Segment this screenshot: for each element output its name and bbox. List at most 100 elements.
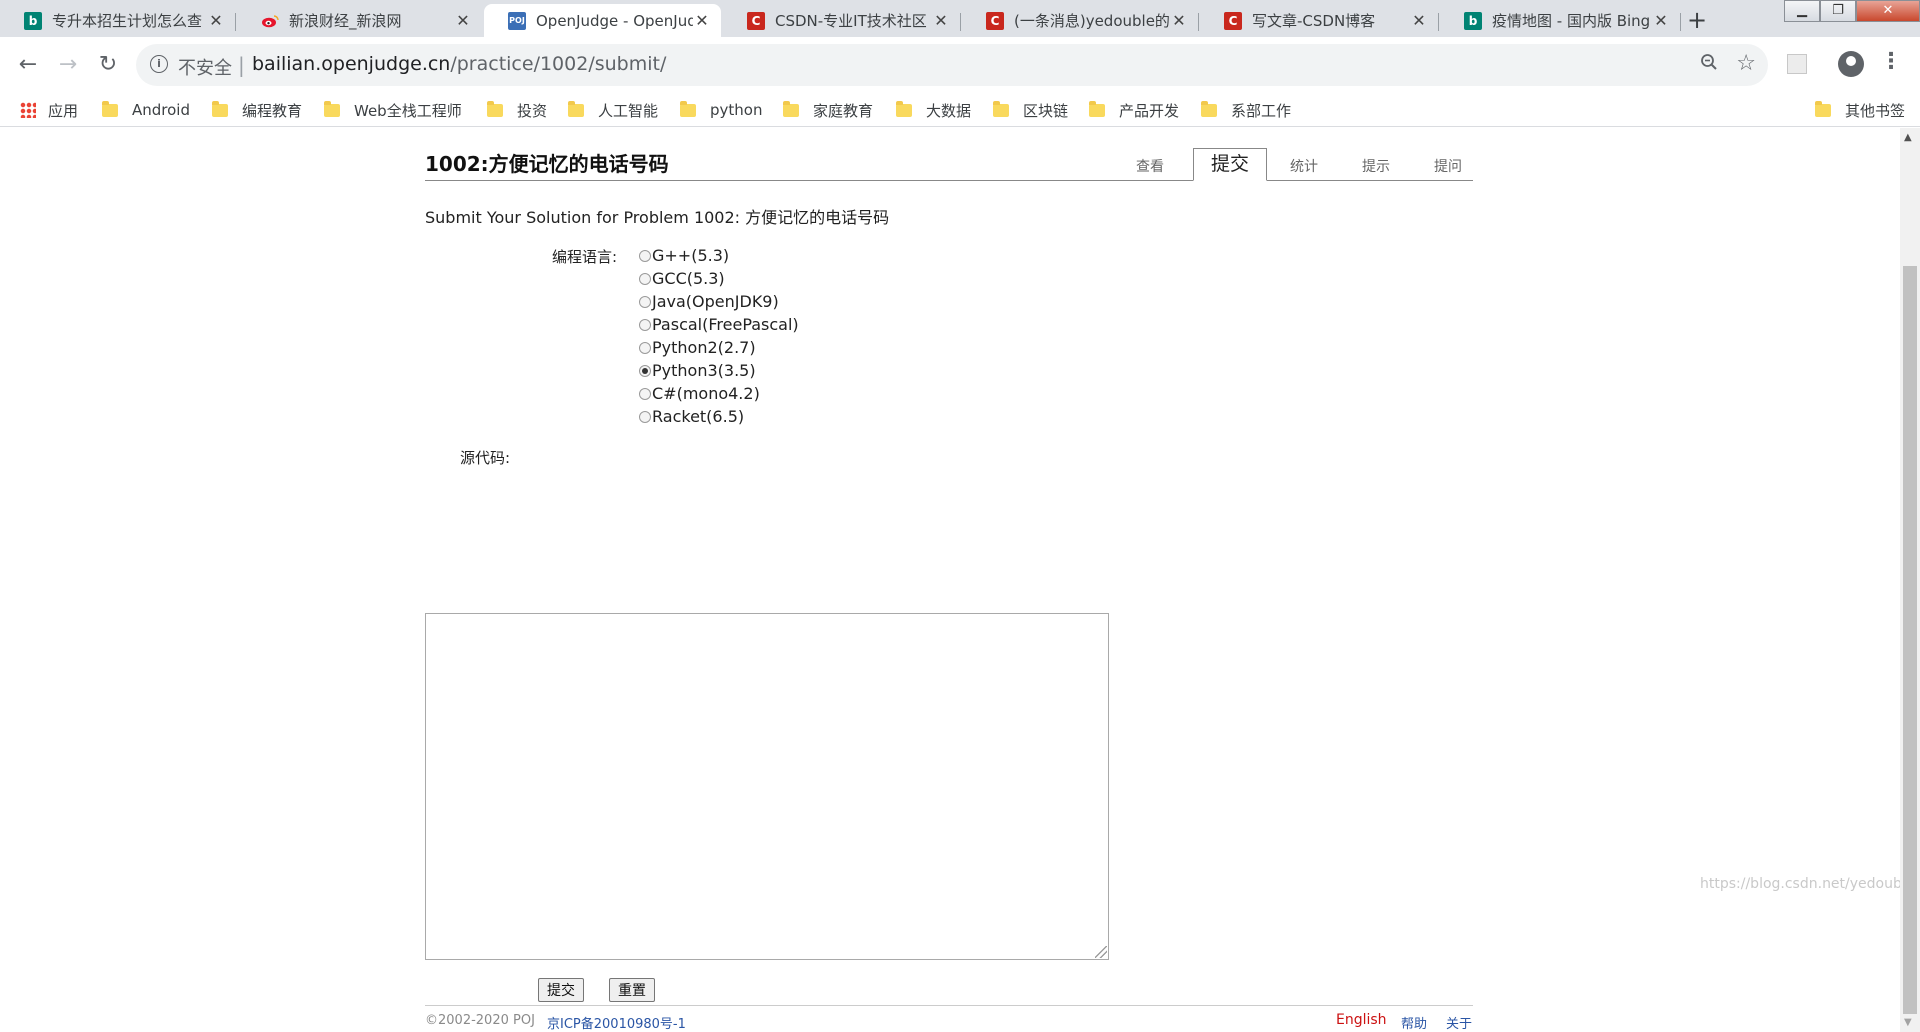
bookmark-folder-9[interactable]: 产品开发 [1089,93,1179,127]
language-option-0[interactable]: G++(5.3) [639,244,799,267]
browser-tab-5[interactable]: C 写文章-CSDN博客 ✕ [1200,4,1439,37]
tab-close-icon[interactable]: ✕ [1170,11,1188,30]
reload-icon[interactable]: ↻ [92,49,124,81]
window-controls: ▁ ❐ ✕ [1784,0,1920,24]
forward-arrow-icon[interactable]: → [52,49,84,81]
bookmark-folder-label: 人工智能 [598,101,659,120]
bookmark-folder-7[interactable]: 大数据 [896,93,971,127]
browser-tab-2[interactable]: POJ OpenJudge - OpenJudge✕ [484,4,721,37]
browser-tab-0[interactable]: b 专升本招生计划怎么查 ✕ [0,4,236,37]
tab-close-icon[interactable]: ✕ [1652,11,1670,30]
problem-tab-4[interactable]: 提问 [1434,156,1462,176]
folder-icon [1201,100,1217,117]
bookmark-folder-6[interactable]: 家庭教育 [783,93,873,127]
tab-close-icon[interactable]: ✕ [454,11,472,30]
reset-button[interactable]: 重置 [609,978,655,1002]
resize-grip-icon[interactable] [1095,946,1107,958]
scroll-down-arrow-icon[interactable]: ▼ [1904,1017,1912,1028]
profile-avatar-icon[interactable] [1838,51,1864,77]
problem-tab-2[interactable]: 统计 [1290,156,1318,176]
security-label[interactable]: 不安全 [178,54,232,80]
bookmark-folder-2[interactable]: Web全栈工程师 [324,93,462,127]
language-option-label: Python3(3.5) [652,361,756,380]
bookmark-other[interactable]: 其他书签 [1815,93,1905,127]
language-option-label: Python2(2.7) [652,338,756,357]
language-option-label: Java(OpenJDK9) [652,292,779,311]
url-text[interactable]: bailian.openjudge.cn/practice/1002/submi… [252,53,666,75]
tab-close-icon[interactable]: ✕ [1410,11,1428,30]
vertical-scrollbar[interactable]: ▲ ▼ [1900,128,1920,1032]
menu-dots-icon[interactable]: ⋮ [1880,49,1902,74]
tab-title: 写文章-CSDN博客 [1252,12,1376,30]
problem-tab-0[interactable]: 查看 [1136,156,1164,176]
browser-tab-strip: b 专升本招生计划怎么查 ✕ 新浪财经_新浪网 ✕ POJ OpenJudge - Open… [0,0,1920,37]
folder-icon [324,100,340,117]
folder-icon [568,100,584,117]
scrollbar-thumb[interactable] [1903,266,1917,1014]
footer-link-help[interactable]: 帮助 [1401,1013,1427,1032]
radio-button[interactable] [639,410,651,423]
bookmark-folder-3[interactable]: 投资 [487,93,547,127]
tab-separator [235,13,236,31]
url-path: /practice/1002/submit/ [450,53,667,75]
radio-button[interactable] [639,341,651,354]
footer-link-english[interactable]: English [1336,1012,1387,1028]
language-option-7[interactable]: Racket(6.5) [639,405,799,428]
language-option-5[interactable]: Python3(3.5) [639,359,799,382]
folder-icon [102,100,118,117]
bing-favicon-icon: b [1464,11,1482,30]
problem-tab-1[interactable]: 提交 [1193,148,1267,181]
language-option-label: Racket(6.5) [652,407,745,426]
footer-link-about[interactable]: 关于 [1446,1013,1472,1032]
tab-title: CSDN-专业IT技术社区 [775,12,927,30]
radio-button[interactable] [639,318,651,331]
radio-button[interactable] [639,272,651,285]
zoom-icon[interactable] [1700,53,1718,76]
browser-tab-1[interactable]: 新浪财经_新浪网 ✕ [237,4,482,37]
bookmark-folder-1[interactable]: 编程教育 [212,93,302,127]
bookmark-star-icon[interactable]: ☆ [1736,51,1756,76]
folder-icon [212,100,228,117]
language-option-4[interactable]: Python2(2.7) [639,336,799,359]
scroll-up-arrow-icon[interactable]: ▲ [1904,132,1912,143]
weibo-favicon-icon [261,12,279,30]
bookmark-folder-5[interactable]: python [680,93,762,127]
language-option-1[interactable]: GCC(5.3) [639,267,799,290]
submit-button[interactable]: 提交 [538,978,584,1002]
language-option-2[interactable]: Java(OpenJDK9) [639,290,799,313]
back-arrow-icon[interactable]: ← [12,49,44,81]
bookmark-folder-10[interactable]: 系部工作 [1201,93,1291,127]
footer-divider [425,1005,1473,1006]
tab-separator [1198,13,1199,31]
folder-icon [1815,100,1831,117]
folder-icon [1089,100,1105,117]
bookmark-apps[interactable]: 应用 [20,93,78,127]
tab-close-icon[interactable]: ✕ [932,11,950,30]
bookmark-folder-label: 区块链 [1023,101,1069,120]
bookmark-folder-8[interactable]: 区块链 [993,93,1068,127]
language-option-3[interactable]: Pascal(FreePascal) [639,313,799,336]
info-icon[interactable]: i [150,55,168,73]
address-bar[interactable]: i 不安全 | bailian.openjudge.cn/practice/10… [136,44,1768,86]
browser-tab-6[interactable]: b 疫情地图 - 国内版 Bing ✕ [1440,4,1681,37]
new-tab-button[interactable]: + [1683,7,1711,35]
bookmark-folder-0[interactable]: Android [102,93,190,127]
browser-tab-3[interactable]: C CSDN-专业IT技术社区 ✕ [723,4,961,37]
radio-button[interactable] [639,387,651,400]
tab-close-icon[interactable]: ✕ [693,11,711,30]
tab-close-icon[interactable]: ✕ [207,11,225,30]
radio-button[interactable] [639,295,651,308]
minimize-button[interactable]: ▁ [1784,0,1820,22]
bookmark-folder-4[interactable]: 人工智能 [568,93,658,127]
browser-tab-4[interactable]: C (一条消息)yedouble的博客✕ [962,4,1199,37]
maximize-button[interactable]: ❐ [1820,0,1856,22]
source-code-textarea[interactable] [425,613,1109,960]
language-option-6[interactable]: C#(mono4.2) [639,382,799,405]
window-close-button[interactable]: ✕ [1856,0,1920,22]
extension-icon[interactable] [1787,54,1807,74]
icp-link[interactable]: 京ICP备20010980号-1 [547,1013,686,1032]
radio-button[interactable] [639,364,651,377]
problem-tab-3[interactable]: 提示 [1362,156,1390,176]
browser-toolbar: ← → ↻ i 不安全 | bailian.openjudge.cn/pract… [0,37,1920,93]
radio-button[interactable] [639,249,651,262]
